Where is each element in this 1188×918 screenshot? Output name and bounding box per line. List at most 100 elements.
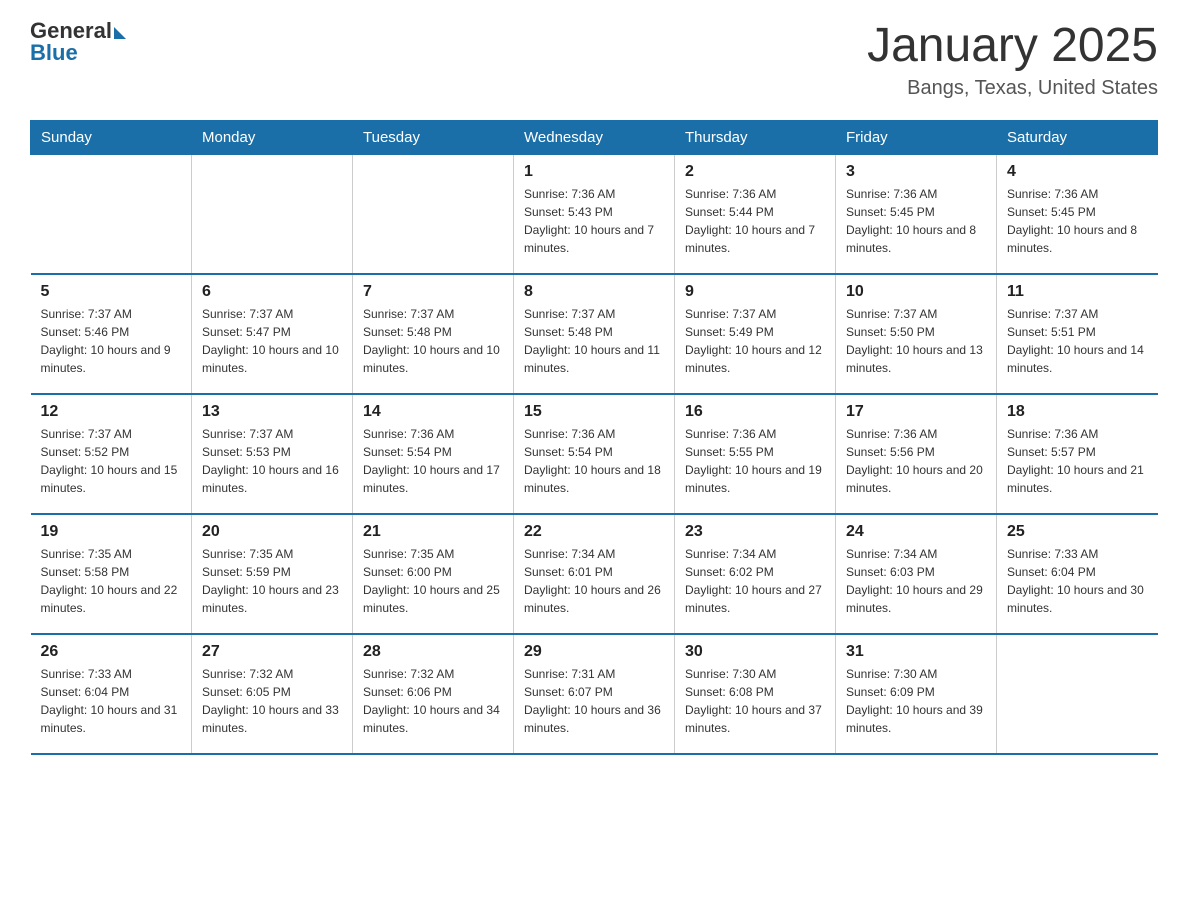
day-number: 11 [1007,283,1148,301]
calendar-cell: 21 Sunrise: 7:35 AM Sunset: 6:00 PM Dayli… [353,514,514,634]
day-number: 23 [685,523,825,541]
calendar-cell: 31 Sunrise: 7:30 AM Sunset: 6:09 PM Dayli… [836,634,997,754]
week-row-1: 1Sunrise: 7:36 AM Sunset: 5:43 PM Daylig… [31,154,1158,274]
day-info: Sunrise: 7:32 AM Sunset: 6:06 PM Dayligh… [363,665,503,737]
day-number: 29 [524,643,664,661]
calendar-table: SundayMondayTuesdayWednesdayThursdayFrid… [30,120,1158,756]
week-row-3: 12 Sunrise: 7:37 AM Sunset: 5:52 PM Dayli… [31,394,1158,514]
day-info: Sunrise: 7:33 AM Sunset: 6:04 PM Dayligh… [41,665,182,737]
calendar-cell: 7Sunrise: 7:37 AM Sunset: 5:48 PM Daylig… [353,274,514,394]
day-info: Sunrise: 7:37 AM Sunset: 5:49 PM Dayligh… [685,305,825,377]
day-number: 15 [524,403,664,421]
day-info: Sunrise: 7:36 AM Sunset: 5:55 PM Dayligh… [685,425,825,497]
title-block: January 2025 Bangs, Texas, United States [867,20,1158,100]
logo-blue-text: Blue [30,40,78,66]
calendar-cell: 10Sunrise: 7:37 AM Sunset: 5:50 PM Dayli… [836,274,997,394]
day-number: 27 [202,643,342,661]
day-number: 2 [685,163,825,181]
location: Bangs, Texas, United States [867,77,1158,100]
calendar-cell: 8 Sunrise: 7:37 AM Sunset: 5:48 PM Daylig… [514,274,675,394]
calendar-cell: 15 Sunrise: 7:36 AM Sunset: 5:54 PM Dayli… [514,394,675,514]
calendar-cell: 2Sunrise: 7:36 AM Sunset: 5:44 PM Daylig… [675,154,836,274]
calendar-cell: 30Sunrise: 7:30 AM Sunset: 6:08 PM Dayli… [675,634,836,754]
day-info: Sunrise: 7:35 AM Sunset: 5:59 PM Dayligh… [202,545,342,617]
day-info: Sunrise: 7:37 AM Sunset: 5:47 PM Dayligh… [202,305,342,377]
day-info: Sunrise: 7:37 AM Sunset: 5:53 PM Dayligh… [202,425,342,497]
month-title: January 2025 [867,20,1158,73]
calendar-cell: 29 Sunrise: 7:31 AM Sunset: 6:07 PM Dayli… [514,634,675,754]
logo: General Blue [30,20,126,66]
weekday-row: SundayMondayTuesdayWednesdayThursdayFrid… [31,120,1158,154]
day-number: 1 [524,163,664,181]
day-number: 8 [524,283,664,301]
day-info: Sunrise: 7:30 AM Sunset: 6:08 PM Dayligh… [685,665,825,737]
day-info: Sunrise: 7:36 AM Sunset: 5:57 PM Dayligh… [1007,425,1148,497]
day-number: 13 [202,403,342,421]
day-number: 12 [41,403,182,421]
weekday-monday: Monday [192,120,353,154]
day-info: Sunrise: 7:35 AM Sunset: 5:58 PM Dayligh… [41,545,182,617]
logo-arrow-icon [114,27,126,39]
week-row-4: 19Sunrise: 7:35 AM Sunset: 5:58 PM Dayli… [31,514,1158,634]
day-number: 14 [363,403,503,421]
day-number: 20 [202,523,342,541]
weekday-thursday: Thursday [675,120,836,154]
day-number: 5 [41,283,182,301]
calendar-cell: 25 Sunrise: 7:33 AM Sunset: 6:04 PM Dayli… [997,514,1158,634]
day-info: Sunrise: 7:37 AM Sunset: 5:48 PM Dayligh… [363,305,503,377]
day-info: Sunrise: 7:37 AM Sunset: 5:52 PM Dayligh… [41,425,182,497]
calendar-cell [997,634,1158,754]
day-info: Sunrise: 7:37 AM Sunset: 5:51 PM Dayligh… [1007,305,1148,377]
calendar-cell [353,154,514,274]
week-row-5: 26 Sunrise: 7:33 AM Sunset: 6:04 PM Dayli… [31,634,1158,754]
weekday-saturday: Saturday [997,120,1158,154]
day-number: 17 [846,403,986,421]
day-info: Sunrise: 7:37 AM Sunset: 5:48 PM Dayligh… [524,305,664,377]
calendar-body: 1Sunrise: 7:36 AM Sunset: 5:43 PM Daylig… [31,154,1158,754]
day-info: Sunrise: 7:35 AM Sunset: 6:00 PM Dayligh… [363,545,503,617]
day-info: Sunrise: 7:37 AM Sunset: 5:46 PM Dayligh… [41,305,182,377]
day-info: Sunrise: 7:32 AM Sunset: 6:05 PM Dayligh… [202,665,342,737]
calendar-cell: 1Sunrise: 7:36 AM Sunset: 5:43 PM Daylig… [514,154,675,274]
day-info: Sunrise: 7:30 AM Sunset: 6:09 PM Dayligh… [846,665,986,737]
calendar-cell: 28 Sunrise: 7:32 AM Sunset: 6:06 PM Dayli… [353,634,514,754]
day-number: 31 [846,643,986,661]
day-info: Sunrise: 7:36 AM Sunset: 5:54 PM Dayligh… [524,425,664,497]
day-info: Sunrise: 7:33 AM Sunset: 6:04 PM Dayligh… [1007,545,1148,617]
calendar-cell: 6Sunrise: 7:37 AM Sunset: 5:47 PM Daylig… [192,274,353,394]
day-number: 4 [1007,163,1148,181]
day-number: 3 [846,163,986,181]
day-info: Sunrise: 7:31 AM Sunset: 6:07 PM Dayligh… [524,665,664,737]
day-info: Sunrise: 7:36 AM Sunset: 5:54 PM Dayligh… [363,425,503,497]
calendar-cell: 14 Sunrise: 7:36 AM Sunset: 5:54 PM Dayli… [353,394,514,514]
calendar-cell: 19Sunrise: 7:35 AM Sunset: 5:58 PM Dayli… [31,514,192,634]
day-number: 25 [1007,523,1148,541]
day-info: Sunrise: 7:34 AM Sunset: 6:02 PM Dayligh… [685,545,825,617]
calendar-cell [192,154,353,274]
day-info: Sunrise: 7:34 AM Sunset: 6:03 PM Dayligh… [846,545,986,617]
calendar-cell: 22Sunrise: 7:34 AM Sunset: 6:01 PM Dayli… [514,514,675,634]
day-number: 9 [685,283,825,301]
calendar-cell: 12 Sunrise: 7:37 AM Sunset: 5:52 PM Dayli… [31,394,192,514]
calendar-cell: 4Sunrise: 7:36 AM Sunset: 5:45 PM Daylig… [997,154,1158,274]
calendar-cell: 17 Sunrise: 7:36 AM Sunset: 5:56 PM Dayli… [836,394,997,514]
calendar-cell: 24Sunrise: 7:34 AM Sunset: 6:03 PM Dayli… [836,514,997,634]
calendar-cell: 16 Sunrise: 7:36 AM Sunset: 5:55 PM Dayli… [675,394,836,514]
day-number: 28 [363,643,503,661]
logo-general-text: General [30,20,112,42]
day-number: 26 [41,643,182,661]
weekday-sunday: Sunday [31,120,192,154]
day-number: 21 [363,523,503,541]
week-row-2: 5 Sunrise: 7:37 AM Sunset: 5:46 PM Daylig… [31,274,1158,394]
weekday-friday: Friday [836,120,997,154]
calendar-cell: 26 Sunrise: 7:33 AM Sunset: 6:04 PM Dayli… [31,634,192,754]
day-info: Sunrise: 7:34 AM Sunset: 6:01 PM Dayligh… [524,545,664,617]
day-number: 10 [846,283,986,301]
calendar-cell: 9 Sunrise: 7:37 AM Sunset: 5:49 PM Daylig… [675,274,836,394]
calendar-cell: 5 Sunrise: 7:37 AM Sunset: 5:46 PM Daylig… [31,274,192,394]
calendar-cell [31,154,192,274]
day-number: 16 [685,403,825,421]
day-info: Sunrise: 7:36 AM Sunset: 5:56 PM Dayligh… [846,425,986,497]
calendar-cell: 20 Sunrise: 7:35 AM Sunset: 5:59 PM Dayli… [192,514,353,634]
day-info: Sunrise: 7:36 AM Sunset: 5:45 PM Dayligh… [846,185,986,257]
